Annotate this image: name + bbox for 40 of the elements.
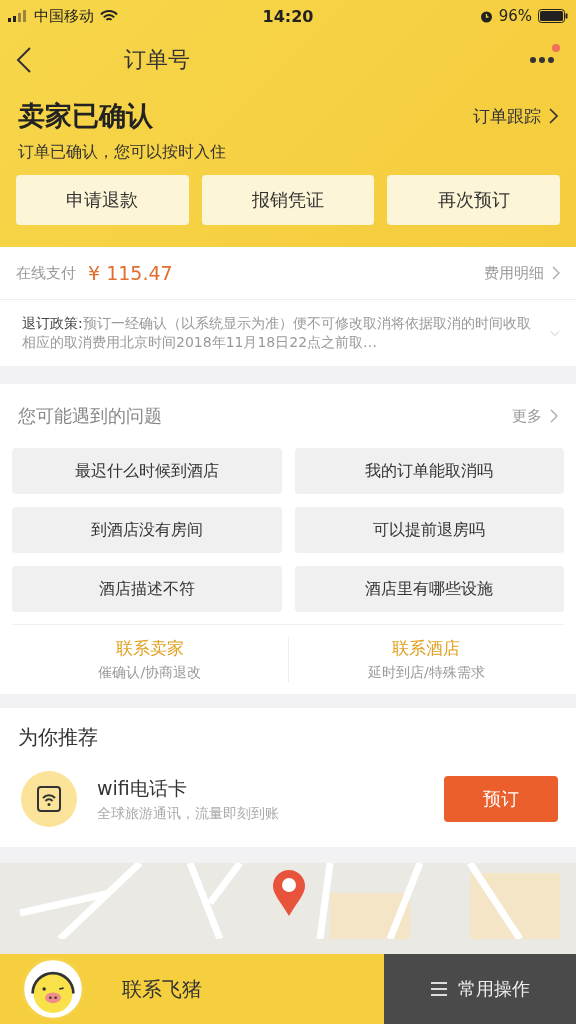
- question-button[interactable]: 最迟什么时候到酒店: [12, 448, 282, 494]
- action-button[interactable]: 报销凭证: [201, 175, 375, 225]
- location-pin-icon: [272, 869, 306, 917]
- pig-mascot-avatar[interactable]: [22, 958, 84, 1020]
- recommend-title: 为你推荐: [18, 724, 99, 751]
- wifi-icon: [100, 9, 118, 23]
- page-title: 订单号: [124, 46, 191, 74]
- battery-icon: [538, 9, 568, 23]
- payment-label: 在线支付: [16, 263, 76, 283]
- cancellation-policy-text: 退订政策:预订一经确认（以系统显示为准）便不可修改取消将依据取消的时间收取相应的取消费用北京时间2018年11月18日22点之前取…: [22, 314, 532, 352]
- wifi-card-icon: [21, 771, 77, 827]
- question-button[interactable]: 可以提前退房吗: [294, 507, 564, 553]
- question-button[interactable]: 酒店里有哪些设施: [294, 566, 564, 612]
- battery-percent: 96%: [498, 7, 532, 25]
- chevron-right-icon: [550, 409, 558, 423]
- question-button[interactable]: 酒店描述不符: [12, 566, 282, 612]
- question-button[interactable]: 到酒店没有房间: [12, 507, 282, 553]
- back-icon[interactable]: [16, 47, 32, 73]
- product-name: wifi电话卡: [97, 775, 188, 801]
- more-icon[interactable]: [530, 56, 554, 64]
- contact-fliggy-button[interactable]: 联系飞猪: [122, 975, 202, 1003]
- carrier-name: 中国移动: [34, 6, 94, 26]
- status-time: 14:20: [262, 6, 314, 26]
- order-status-title: 卖家已确认: [18, 99, 153, 133]
- contact-subtitle: 催确认/协商退改: [98, 664, 202, 682]
- common-operations-button[interactable]: 常用操作: [384, 954, 576, 1024]
- chevron-right-icon: [549, 108, 558, 124]
- action-button[interactable]: 申请退款: [16, 175, 189, 225]
- alarm-clock-icon: [479, 9, 493, 23]
- chevron-right-icon: [552, 266, 560, 280]
- product-description: 全球旅游通讯，流量即刻到账: [97, 804, 280, 823]
- menu-icon: [430, 981, 448, 997]
- faq-title: 您可能遇到的问题: [18, 404, 162, 428]
- signal-icon: [8, 10, 28, 22]
- question-button[interactable]: 我的订单能取消吗: [294, 448, 564, 494]
- payment-amount: ¥ 115.47: [88, 262, 173, 284]
- order-tracking-link[interactable]: 订单跟踪: [473, 104, 558, 128]
- order-status-subtitle: 订单已确认，您可以按时入住: [17, 141, 227, 163]
- action-button[interactable]: 再次预订: [387, 175, 560, 225]
- contact-subtitle: 延时到店/特殊需求: [367, 664, 485, 682]
